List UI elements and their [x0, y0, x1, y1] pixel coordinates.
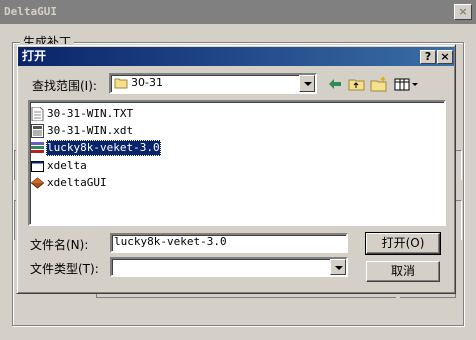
open-button[interactable]: 打开(O)	[365, 232, 441, 255]
list-item[interactable]: xdelta	[31, 158, 231, 174]
lookin-dropdown-arrow[interactable]	[299, 75, 315, 92]
diamond-app-icon	[30, 176, 45, 190]
file-name: xdeltaGUI	[47, 176, 107, 189]
exe-window-icon	[31, 159, 44, 173]
filetype-combo[interactable]	[110, 257, 348, 277]
list-item[interactable]: 30-31-WIN.TXT	[31, 106, 231, 122]
new-folder-icon[interactable]	[369, 74, 389, 94]
archive-file-icon	[31, 141, 44, 155]
file-name: xdelta	[47, 159, 87, 172]
xdt-file-icon	[31, 124, 44, 138]
cancel-button[interactable]: 取消	[366, 261, 440, 282]
lookin-combo[interactable]: 30-31	[109, 73, 317, 94]
list-item[interactable]: lucky8k-veket-3.0	[31, 140, 231, 156]
lookin-label: 查找范围(I):	[32, 79, 97, 93]
help-button[interactable]: ?	[420, 50, 436, 64]
dialog-title: 打开	[22, 49, 47, 63]
dialog-close-button[interactable]: ×	[437, 50, 453, 64]
outer-close-button[interactable]: ×	[454, 4, 472, 20]
filename-label: 文件名(N):	[30, 238, 89, 252]
filetype-dropdown-arrow[interactable]	[330, 259, 346, 275]
bg-control	[400, 294, 456, 298]
filename-input[interactable]: lucky8k-veket-3.0	[110, 233, 348, 253]
bg-control	[456, 150, 462, 180]
folder-icon	[114, 77, 128, 89]
file-name: 30-31-WIN.xdt	[47, 124, 134, 137]
bg-control	[96, 294, 396, 298]
text-file-icon	[31, 106, 44, 122]
file-name: 30-31-WIN.TXT	[47, 107, 134, 120]
lookin-value: 30-31	[131, 76, 163, 89]
view-menu-icon[interactable]	[392, 74, 422, 94]
bg-control	[456, 200, 462, 240]
list-item[interactable]: 30-31-WIN.xdt	[31, 123, 231, 139]
dialog-titlebar[interactable]	[18, 47, 454, 66]
list-item[interactable]: xdeltaGUI	[30, 175, 231, 191]
up-folder-icon[interactable]	[347, 74, 367, 94]
back-arrow-icon[interactable]	[325, 74, 345, 94]
outer-window-title: DeltaGUI	[0, 0, 476, 24]
file-name: lucky8k-veket-3.0	[46, 140, 161, 156]
filetype-label: 文件类型(T):	[30, 262, 99, 276]
